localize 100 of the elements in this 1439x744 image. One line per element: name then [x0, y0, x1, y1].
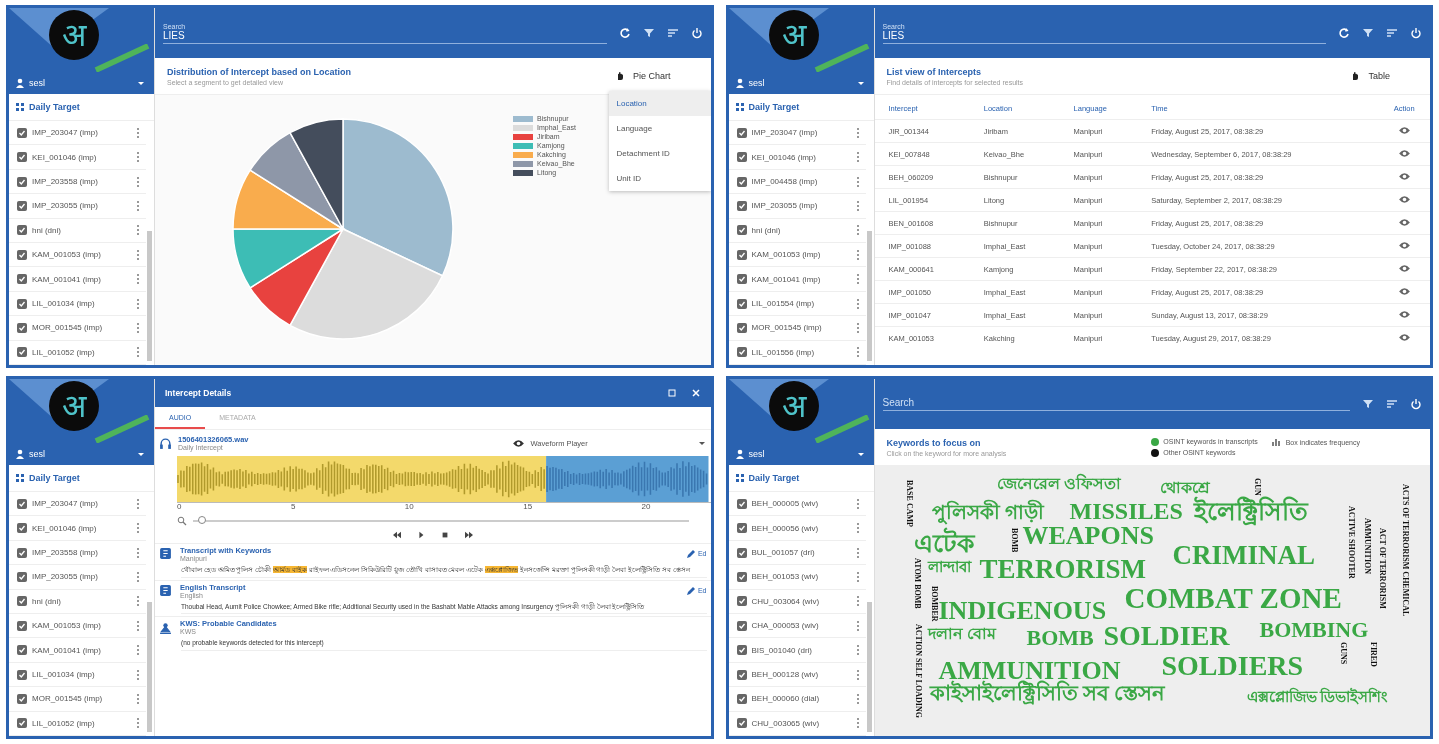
view-icon[interactable] — [1397, 309, 1411, 319]
target-item[interactable]: BUL_001057 (dri) — [728, 540, 866, 566]
checkbox[interactable] — [17, 693, 27, 704]
target-item[interactable]: MOR_001545 (imp) — [9, 316, 146, 341]
target-item[interactable]: IMP_203055 (imp) — [9, 565, 146, 590]
maximize-icon[interactable] — [666, 388, 677, 398]
checkbox[interactable] — [736, 322, 747, 333]
menu-item[interactable]: Unit ID — [608, 166, 711, 191]
more-icon[interactable] — [136, 126, 140, 139]
checkbox[interactable] — [17, 298, 27, 309]
power-icon[interactable] — [1410, 398, 1422, 410]
target-item[interactable]: IMP_203047 (imp) — [9, 121, 146, 146]
filter-icon[interactable] — [642, 27, 655, 39]
filter-icon[interactable] — [1362, 27, 1374, 39]
checkbox[interactable] — [736, 225, 747, 236]
target-item[interactable]: IMP_203558 (imp) — [9, 169, 146, 195]
more-icon[interactable] — [855, 692, 860, 705]
target-item[interactable]: IMP_203558 (imp) — [9, 540, 146, 566]
checkbox[interactable] — [17, 347, 27, 358]
more-icon[interactable] — [855, 199, 860, 212]
target-item[interactable]: KAM_001053 (imp) — [728, 243, 866, 268]
sort-icon[interactable] — [1386, 398, 1398, 410]
more-icon[interactable] — [136, 692, 140, 705]
checkbox[interactable] — [17, 152, 27, 163]
target-item[interactable]: LIL_001052 (imp) — [9, 340, 146, 365]
target-item[interactable]: BEH_000060 (dial) — [728, 687, 866, 712]
keyword[interactable]: ACTS OF TERRORISM CHEMICAL — [1400, 484, 1411, 617]
user-name[interactable]: sesl — [748, 449, 852, 459]
target-item[interactable]: BEH_000005 (wiv) — [728, 492, 866, 517]
more-icon[interactable] — [136, 717, 140, 730]
more-icon[interactable] — [855, 248, 860, 261]
user-name[interactable]: sesl — [29, 78, 132, 88]
zoom-slider[interactable] — [193, 519, 689, 522]
pie-slice[interactable] — [289, 118, 344, 230]
more-icon[interactable] — [136, 644, 140, 657]
view-icon[interactable] — [1397, 286, 1411, 296]
view-icon[interactable] — [1397, 148, 1411, 158]
view-icon[interactable] — [1397, 332, 1411, 342]
checkbox[interactable] — [17, 498, 27, 509]
checkbox[interactable] — [736, 645, 747, 656]
target-item[interactable]: MOR_001545 (imp) — [9, 687, 146, 712]
target-item[interactable]: CHU_003065 (wiv) — [728, 711, 866, 736]
keyword[interactable]: BOMBER — [929, 586, 940, 622]
target-item[interactable]: KAM_001041 (imp) — [9, 267, 146, 292]
more-icon[interactable] — [855, 273, 860, 286]
more-icon[interactable] — [136, 497, 140, 510]
checkbox[interactable] — [17, 322, 27, 333]
target-item[interactable]: LIL_001052 (imp) — [9, 711, 146, 736]
target-item[interactable]: hni (dni) — [9, 218, 146, 244]
refresh-icon[interactable] — [1338, 27, 1350, 39]
more-icon[interactable] — [855, 321, 860, 334]
search-field[interactable]: LIES — [163, 29, 607, 44]
target-item[interactable]: BEH_000056 (wiv) — [728, 516, 866, 541]
keyword[interactable]: ACT OF TERRORISM — [1377, 528, 1388, 609]
more-icon[interactable] — [855, 126, 860, 139]
more-icon[interactable] — [855, 522, 860, 535]
target-item[interactable]: hni (dni) — [9, 589, 146, 615]
more-icon[interactable] — [136, 224, 140, 237]
user-name[interactable]: sesl — [29, 449, 132, 459]
checkbox[interactable] — [736, 669, 747, 680]
keyword[interactable]: ATOM BOMB — [912, 558, 923, 609]
target-item[interactable]: KEI_001046 (imp) — [9, 145, 146, 170]
more-icon[interactable] — [855, 497, 860, 510]
checkbox[interactable] — [736, 571, 747, 582]
target-item[interactable]: BEH_001053 (wiv) — [728, 565, 866, 590]
checkbox[interactable] — [736, 620, 747, 631]
view-icon[interactable] — [1397, 263, 1411, 273]
scrollbar[interactable] — [147, 231, 152, 361]
more-icon[interactable] — [855, 546, 860, 559]
more-icon[interactable] — [136, 321, 140, 334]
more-icon[interactable] — [136, 199, 140, 212]
keyword[interactable]: FIRED — [1368, 642, 1379, 667]
checkbox[interactable] — [17, 669, 27, 680]
target-item[interactable]: CHA_000053 (wiv) — [728, 614, 866, 639]
checkbox[interactable] — [736, 596, 747, 607]
more-icon[interactable] — [136, 175, 140, 188]
checkbox[interactable] — [17, 523, 27, 534]
refresh-icon[interactable] — [618, 27, 631, 39]
checkbox[interactable] — [736, 523, 747, 534]
target-item[interactable]: IMP_004458 (imp) — [728, 169, 866, 195]
power-icon[interactable] — [1410, 27, 1422, 39]
target-item[interactable]: LIL_001556 (imp) — [728, 340, 866, 365]
checkbox[interactable] — [17, 200, 27, 211]
checkbox[interactable] — [17, 274, 27, 285]
scrollbar[interactable] — [866, 602, 872, 732]
waveform-drawing[interactable] — [177, 456, 709, 502]
close-icon[interactable] — [690, 388, 701, 398]
scrollbar[interactable] — [866, 231, 872, 361]
more-icon[interactable] — [855, 595, 860, 608]
checkbox[interactable] — [17, 547, 27, 558]
more-icon[interactable] — [136, 668, 140, 681]
target-item[interactable]: MOR_001545 (imp) — [728, 316, 866, 341]
checkbox[interactable] — [736, 498, 747, 509]
checkbox[interactable] — [736, 347, 747, 358]
keyword[interactable]: GUNS — [1338, 642, 1349, 665]
view-icon[interactable] — [1397, 240, 1411, 250]
more-icon[interactable] — [136, 570, 140, 583]
target-item[interactable]: KEI_001046 (imp) — [728, 145, 866, 170]
keyword[interactable]: GUN — [1252, 478, 1263, 496]
checkbox[interactable] — [736, 718, 747, 729]
